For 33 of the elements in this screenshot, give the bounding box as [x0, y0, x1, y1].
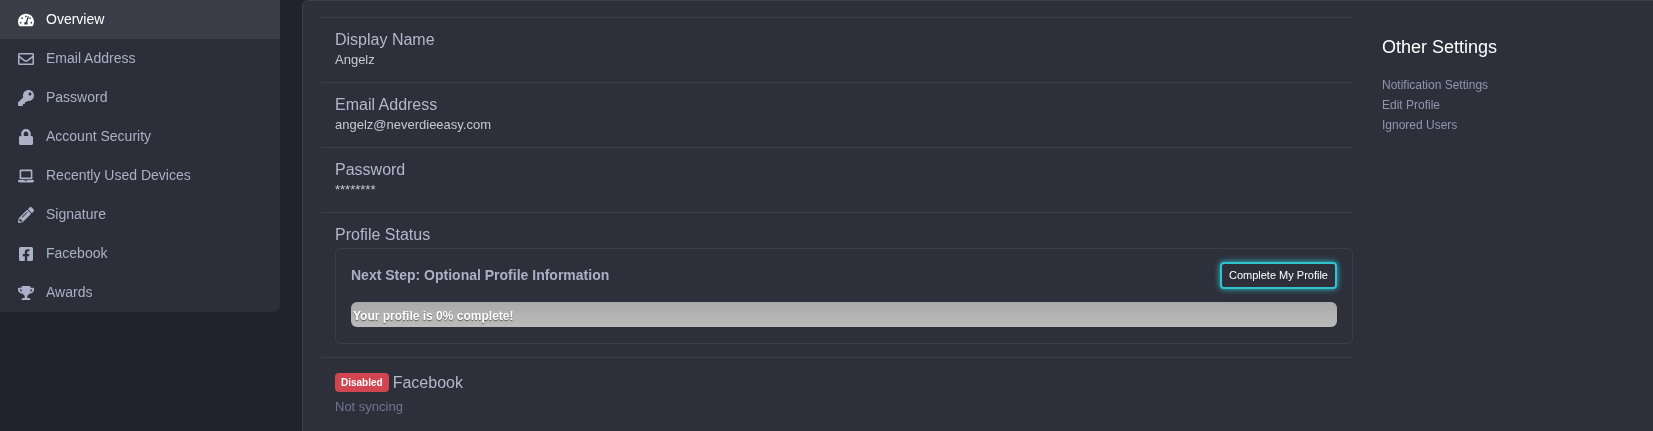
- section-title: Facebook: [392, 372, 463, 393]
- sidebar-item[interactable]: Recently Used Devices: [0, 156, 280, 195]
- field-label: Email Address: [335, 95, 439, 115]
- next-step-text: Next Step: Optional Profile Information: [351, 265, 610, 285]
- sidebar-item[interactable]: Facebook: [0, 234, 280, 273]
- settings-link[interactable]: Notification Settings: [1382, 75, 1489, 95]
- sidebar-item[interactable]: Password: [0, 78, 280, 117]
- settings-link[interactable]: Ignored Users: [1382, 115, 1458, 135]
- sidebar-item[interactable]: Account Security: [0, 117, 280, 156]
- settings-link[interactable]: Edit Profile: [1382, 95, 1441, 115]
- progress-text: Your profile is 0% complete!: [353, 307, 514, 325]
- field-label: Password: [335, 160, 407, 180]
- facebook-icon: [18, 245, 34, 262]
- field-value: angelz@neverdieeasy.com: [335, 116, 493, 134]
- sidebar-item[interactable]: Email Address: [0, 39, 280, 78]
- trophy-icon: [18, 284, 34, 301]
- complete-profile-button[interactable]: Complete My Profile: [1219, 262, 1337, 289]
- sync-status: Not syncing: [335, 397, 404, 416]
- other-settings-title: Other Settings: [1382, 36, 1498, 59]
- field-label: Display Name: [335, 30, 436, 50]
- lock-icon: [18, 128, 34, 145]
- sidebar-item[interactable]: Signature: [0, 195, 280, 234]
- pencil-icon: [18, 206, 34, 223]
- disabled-badge: Disabled: [335, 373, 389, 392]
- field-value: ********: [335, 181, 377, 199]
- gauge-icon: [18, 11, 34, 28]
- laptop-icon: [18, 167, 34, 184]
- section-title: Profile Status: [335, 225, 432, 245]
- field-value: Angelz: [335, 51, 376, 69]
- key-icon: [18, 89, 34, 106]
- sidebar-item[interactable]: Overview: [0, 0, 280, 39]
- sidebar-item[interactable]: Awards: [0, 273, 280, 312]
- envelope-icon: [18, 50, 34, 67]
